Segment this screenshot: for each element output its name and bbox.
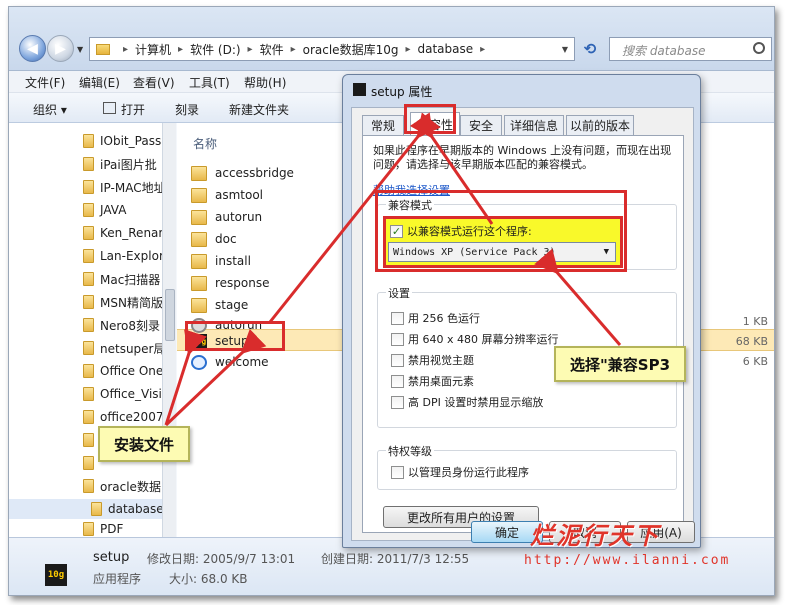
watermark-brand: 烂泥行天下 (530, 521, 660, 550)
annotation-arrows (164, 112, 622, 427)
arrow-line (268, 112, 441, 323)
select-sp3-callout: 选择"兼容SP3 (554, 346, 686, 382)
install-file-callout: 安装文件 (98, 426, 190, 462)
arrow-line (534, 248, 622, 346)
arrow-line (409, 112, 494, 225)
watermark-url: http://www.ilanni.com (524, 553, 731, 568)
